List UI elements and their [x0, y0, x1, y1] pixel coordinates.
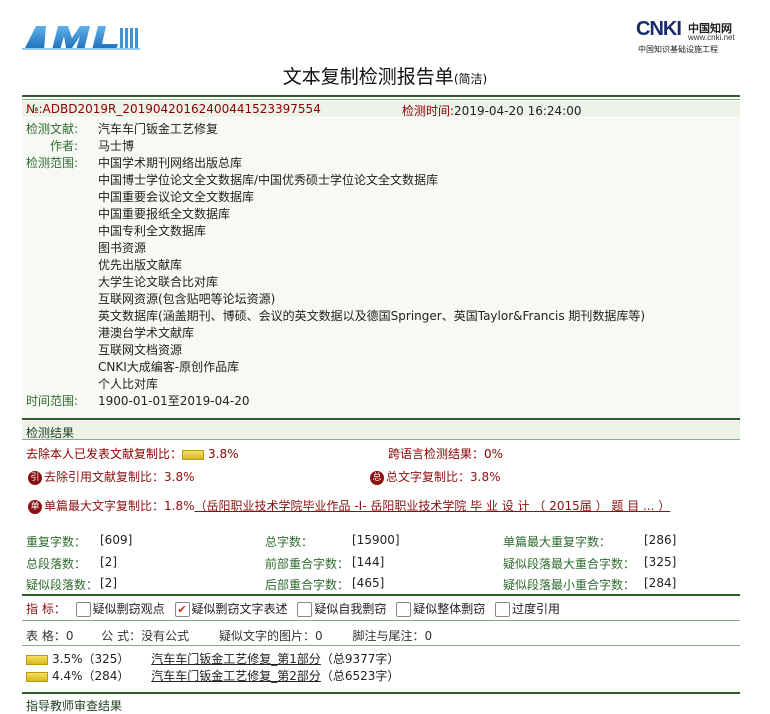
bottom-rule — [22, 692, 740, 694]
stat-label: 疑似段落数： — [26, 578, 99, 592]
results-rule — [22, 439, 740, 440]
self-removed-ratio: 去除本人已发表文献复制比： 3.8% — [26, 447, 239, 461]
ratio-bar-icon — [182, 449, 205, 460]
doc-label: 检测文献: — [26, 122, 79, 136]
cnki-logo-text: CNKI — [636, 18, 682, 40]
indicator-checkbox-opinion[interactable] — [75, 602, 91, 617]
indicator-rule — [22, 594, 740, 596]
stat-value: [325] — [644, 555, 677, 569]
part-row: 4.4%（284） 汽车车门钣金工艺修复_第2部分（总6523字） — [26, 667, 399, 684]
database-item: 中国专利全文数据库 — [98, 224, 207, 238]
section-rule — [22, 418, 740, 420]
time-range-label: 时间范围: — [26, 394, 79, 408]
indicator-checkbox-overcite[interactable] — [495, 602, 511, 617]
range-label: 检测范围: — [26, 156, 79, 170]
single-badge-icon: 单 — [28, 499, 42, 514]
stat-label: 疑似段落最小重合字数： — [503, 578, 636, 592]
stat-value: [144] — [352, 555, 385, 569]
parts-rule — [22, 645, 740, 646]
indicator-checkbox-wording[interactable]: ✔ — [174, 602, 190, 617]
stat-value: [2] — [100, 555, 117, 569]
stat-value: [609] — [100, 533, 133, 547]
database-item: 图书资源 — [98, 241, 147, 255]
database-item: CNKI大成编客-原创作品库 — [98, 360, 240, 374]
top-rule-thin — [22, 99, 740, 100]
amlc-logo-icon — [22, 26, 140, 50]
report-variant: (简洁) — [453, 72, 488, 86]
check-time: 检测时间:2019-04-20 16:24:00 — [402, 104, 582, 118]
author-value: 马士博 — [98, 139, 135, 153]
stat-value: [465] — [352, 576, 385, 590]
part-ratio-bar-icon — [26, 671, 48, 682]
total-ratio: 总总文字复制比：3.8% — [370, 468, 501, 485]
report-title: 文本复制检测报告单 — [282, 66, 454, 88]
cite-removed-ratio: 引去除引用文献复制比：3.8% — [28, 468, 195, 485]
top-rule — [22, 95, 740, 97]
cross-language-result: 跨语言检测结果：0% — [388, 447, 504, 461]
database-item: 中国重要报纸全文数据库 — [98, 207, 231, 221]
stat-label: 单篇最大重复字数： — [503, 535, 612, 549]
cnki-subtitle: 中国知识基础设施工程 — [638, 45, 718, 54]
stat-value: [15900] — [352, 533, 400, 547]
cite-badge-icon: 引 — [28, 470, 42, 485]
indicator-checkbox-self[interactable] — [297, 602, 313, 617]
database-item: 大学生论文联合比对库 — [98, 275, 219, 289]
stat-value: [2] — [100, 576, 117, 590]
time-range-value: 1900-01-01至2019-04-20 — [98, 394, 250, 408]
part-ratio-bar-icon — [26, 654, 48, 665]
stat-label: 总段落数： — [26, 557, 87, 571]
stat-value: [286] — [644, 533, 677, 547]
database-item: 互联网文档资源 — [98, 343, 183, 357]
indicators-row: 指 标： 疑似剽窃观点 ✔ 疑似剽窃文字表述 疑似自我剽窃 疑似整体剽窃 过度引用 — [26, 602, 561, 617]
misc-stats-row: 表 格：0 公 式：没有公式 疑似文字的图片：0 脚注与尾注：0 — [26, 629, 433, 643]
indicator-rule-bottom — [22, 620, 740, 621]
cnki-url: www.cnki.net — [688, 33, 735, 42]
next-section-title: 指导教师审查结果 — [26, 699, 123, 713]
report-number: №:ADBD2019R_20190420162400441523397554 — [26, 102, 321, 116]
database-item: 优先出版文献库 — [98, 258, 183, 272]
stat-label: 重复字数： — [26, 535, 87, 549]
part-link[interactable]: 汽车车门钣金工艺修复_第1部分 — [151, 652, 321, 666]
single-max-ratio: 单单篇最大文字复制比：1.8%（岳阳职业技术学院毕业作品 -I- 岳阳职业技术学… — [28, 497, 670, 514]
stat-label: 总字数： — [265, 535, 314, 549]
results-header-band — [22, 421, 740, 439]
database-item: 中国博士学位论文全文数据库/中国优秀硕士学位论文全文数据库 — [98, 173, 439, 187]
page-title: 文本复制检测报告单(简洁) — [0, 62, 770, 89]
database-item: 港澳台学术文献库 — [98, 326, 195, 340]
indicator-label: 指 标： — [26, 602, 66, 616]
stat-label: 疑似段落最大重合字数： — [503, 557, 636, 571]
database-item: 互联网资源(包含贴吧等论坛资源) — [98, 292, 276, 306]
indicator-checkbox-whole[interactable] — [396, 602, 412, 617]
cnki-logo: CNKI 中国知网 www.cnki.net 中国知识基础设施工程 — [636, 18, 746, 56]
single-source-link[interactable]: （岳阳职业技术学院毕业作品 -I- 岳阳职业技术学院 毕 业 设 计 （ 201… — [195, 499, 671, 513]
stat-value: [284] — [644, 576, 677, 590]
total-badge-icon: 总 — [370, 470, 384, 485]
author-label: 作者: — [50, 139, 79, 153]
database-item: 英文数据库(涵盖期刊、博硕、会议的英文数据以及德国Springer、英国Tayl… — [98, 309, 646, 323]
doc-value: 汽车车门钣金工艺修复 — [98, 122, 219, 136]
database-item: 中国重要会议论文全文数据库 — [98, 190, 255, 204]
part-link[interactable]: 汽车车门钣金工艺修复_第2部分 — [151, 669, 321, 683]
stat-label: 后部重合字数： — [265, 578, 350, 592]
database-item: 个人比对库 — [98, 377, 159, 391]
database-item: 中国学术期刊网络出版总库 — [98, 156, 243, 170]
stat-label: 前部重合字数： — [265, 557, 350, 571]
part-row: 3.5%（325） 汽车车门钣金工艺修复_第1部分（总9377字） — [26, 650, 399, 667]
